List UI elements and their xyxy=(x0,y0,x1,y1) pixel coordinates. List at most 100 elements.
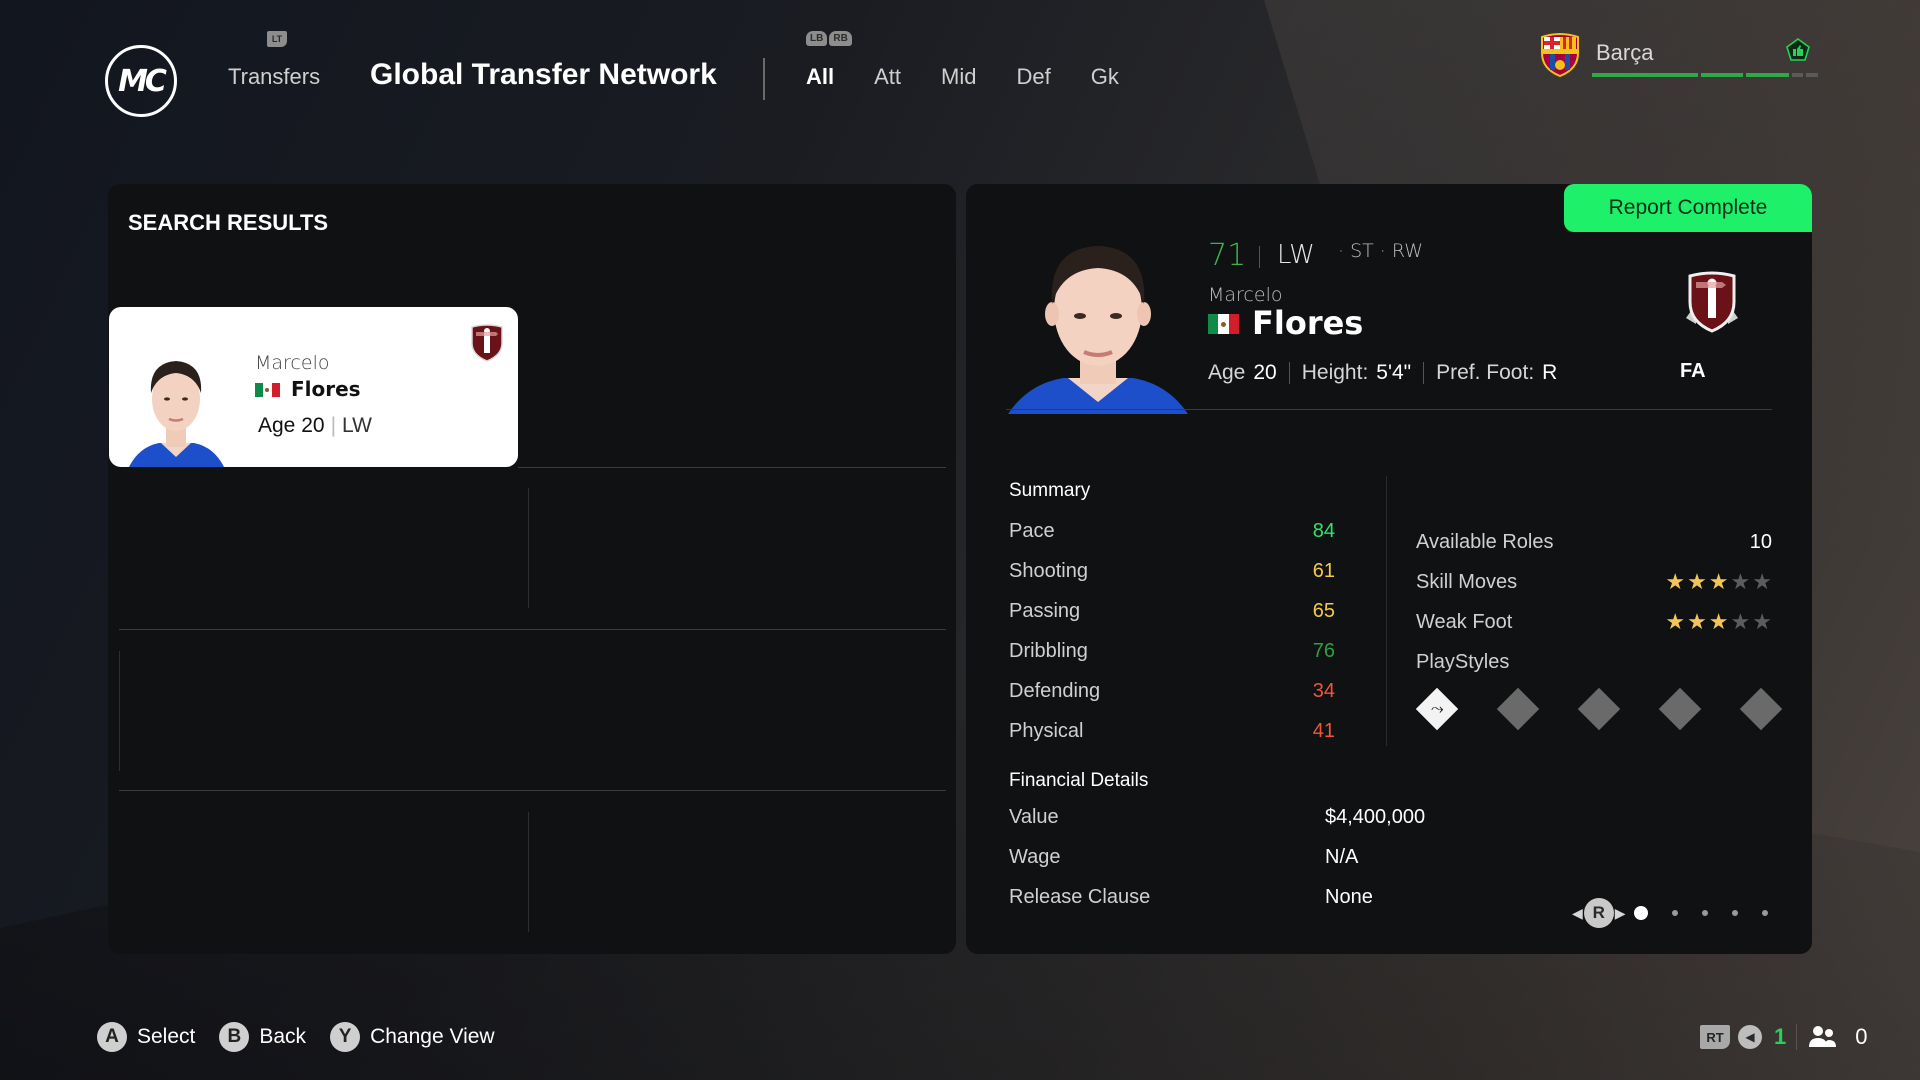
breadcrumb-transfers[interactable]: Transfers xyxy=(228,64,320,90)
tab-def[interactable]: Def xyxy=(1016,64,1050,90)
free-agent-shield-icon xyxy=(471,324,503,362)
player-detail-panel: Report Complete 71 LW · ST · RW Marcelo … xyxy=(966,184,1812,954)
chevron-left-icon[interactable]: ◀ xyxy=(1572,905,1583,922)
status-bar: RT ◀ 1 0 xyxy=(1700,1024,1868,1050)
player-last-name: Flores xyxy=(291,377,361,401)
page-indicator[interactable]: ◀ R ▶ xyxy=(1572,898,1768,928)
playstyles-row: PlayStyles xyxy=(1416,642,1772,682)
page-dot[interactable] xyxy=(1731,910,1738,916)
empty-playstyle-slot-icon xyxy=(1577,687,1621,731)
star-empty-icon: ★ xyxy=(1752,569,1772,594)
club-status-label: FA xyxy=(1680,360,1706,382)
stat-value: 61 xyxy=(1312,560,1335,582)
financial-details: Value $4,400,000 Wage N/A Release Clause No… xyxy=(1009,806,1509,926)
page-dot[interactable] xyxy=(1701,910,1708,916)
lb-button-hint: LB xyxy=(806,31,828,46)
player-traits: Available Roles 10 Skill Moves ★ ★ ★ ★ ★ Weak … xyxy=(1416,522,1772,682)
grid-divider xyxy=(518,467,946,468)
back-label: Back xyxy=(259,1025,307,1048)
header-divider xyxy=(763,58,765,100)
weak-foot-row: Weak Foot ★ ★ ★ ★ ★ xyxy=(1416,602,1772,642)
tab-mid[interactable]: Mid xyxy=(941,64,976,90)
empty-playstyle-slot-icon xyxy=(1658,687,1702,731)
stat-value: 84 xyxy=(1312,520,1335,542)
tab-gk[interactable]: Gk xyxy=(1091,64,1119,90)
page-dot[interactable] xyxy=(1761,910,1768,916)
player-portrait xyxy=(1008,246,1188,414)
change-view-hint[interactable]: Y Change View xyxy=(330,1022,495,1052)
tab-all[interactable]: All xyxy=(806,64,834,90)
player-last-name: Flores xyxy=(1252,304,1364,342)
skill-moves-stars: ★ ★ ★ ★ ★ xyxy=(1665,569,1772,595)
available-roles-value: 10 xyxy=(1749,530,1772,553)
age-label: Age xyxy=(1208,361,1246,384)
financial-label: Release Clause xyxy=(1009,886,1151,908)
back-hint[interactable]: B Back xyxy=(219,1022,306,1052)
search-results-title: SEARCH RESULTS xyxy=(128,210,329,235)
foot-value: R xyxy=(1542,361,1558,384)
financial-row-release-clause: Release Clause None xyxy=(1009,886,1509,926)
financial-details-title: Financial Details xyxy=(1009,770,1149,791)
stat-row-passing: Passing 65 xyxy=(1009,600,1335,640)
star-empty-icon: ★ xyxy=(1730,609,1751,634)
rb-button-hint: RB xyxy=(829,31,852,46)
foot-label: Pref. Foot: xyxy=(1436,361,1535,384)
tactical-playstyle-icon[interactable]: ⤳ xyxy=(1415,687,1459,731)
lt-button-hint: LT xyxy=(267,31,287,47)
progress-segment xyxy=(1806,73,1818,77)
grid-divider xyxy=(119,629,946,630)
position-tabs: All Att Mid Def Gk xyxy=(806,64,1159,90)
players-count: 0 xyxy=(1855,1024,1868,1049)
weak-foot-stars: ★ ★ ★ ★ ★ xyxy=(1665,609,1772,635)
attribute-summary: Pace 84 Shooting 61 Passing 65 Dribbling 76 … xyxy=(1009,520,1335,760)
available-roles-row: Available Roles 10 xyxy=(1416,522,1772,562)
select-hint[interactable]: A Select xyxy=(97,1022,195,1052)
page-dot[interactable] xyxy=(1671,910,1678,916)
financial-row-wage: Wage N/A xyxy=(1009,846,1509,886)
club-progress-bar xyxy=(1592,73,1818,77)
player-bio: Age 20 Height: 5'4" Pref. Foot: R xyxy=(1208,361,1557,385)
career-mode-logo: MC xyxy=(105,45,177,117)
meta-separator: | xyxy=(330,414,337,437)
stat-row-shooting: Shooting 61 xyxy=(1009,560,1335,600)
age-label: Age xyxy=(258,414,296,437)
page-dot-active[interactable] xyxy=(1633,906,1648,920)
star-filled-icon: ★ xyxy=(1708,609,1729,634)
player-result-card[interactable]: Marcelo Flores Age 20 | LW xyxy=(109,307,518,467)
stat-row-physical: Physical 41 xyxy=(1009,720,1335,760)
stat-label: Pace xyxy=(1009,520,1055,542)
stat-label: Dribbling xyxy=(1009,640,1088,662)
bumper-hints: LB RB xyxy=(806,31,852,46)
rating-separator xyxy=(1259,246,1260,268)
right-stick-button-icon[interactable]: R xyxy=(1583,898,1614,928)
playstyles-label: PlayStyles xyxy=(1416,650,1510,673)
star-empty-icon: ★ xyxy=(1730,569,1751,594)
player-first-name: Marcelo xyxy=(255,352,330,374)
change-view-label: Change View xyxy=(370,1025,495,1048)
financial-value: N/A xyxy=(1325,846,1359,868)
star-filled-icon: ★ xyxy=(1665,569,1686,594)
overall-rating: 71 xyxy=(1208,238,1247,273)
meta-separator xyxy=(1288,362,1290,384)
weak-foot-label: Weak Foot xyxy=(1416,610,1513,633)
speaker-icon[interactable]: ◀ xyxy=(1738,1025,1762,1049)
stat-label: Passing xyxy=(1009,600,1081,622)
tab-att[interactable]: Att xyxy=(874,64,901,90)
grid-divider xyxy=(119,651,120,771)
chevron-right-icon[interactable]: ▶ xyxy=(1615,905,1626,922)
progress-segment xyxy=(1746,73,1789,77)
financial-value: $4,400,000 xyxy=(1325,806,1426,828)
playstyles-list: ⤳ xyxy=(1414,686,1784,732)
players-icon[interactable] xyxy=(1807,1025,1837,1049)
meta-separator xyxy=(1423,362,1425,384)
free-agent-shield-icon xyxy=(1686,271,1738,333)
stat-row-pace: Pace 84 xyxy=(1009,520,1335,560)
grid-divider xyxy=(528,488,529,608)
age-value: 20 xyxy=(301,414,325,437)
report-status-badge: Report Complete xyxy=(1564,184,1812,232)
player-portrait xyxy=(129,361,224,467)
club-name: Barça xyxy=(1596,40,1654,65)
status-divider xyxy=(1796,1024,1798,1050)
star-filled-icon: ★ xyxy=(1687,569,1707,594)
stat-label: Physical xyxy=(1009,720,1084,742)
